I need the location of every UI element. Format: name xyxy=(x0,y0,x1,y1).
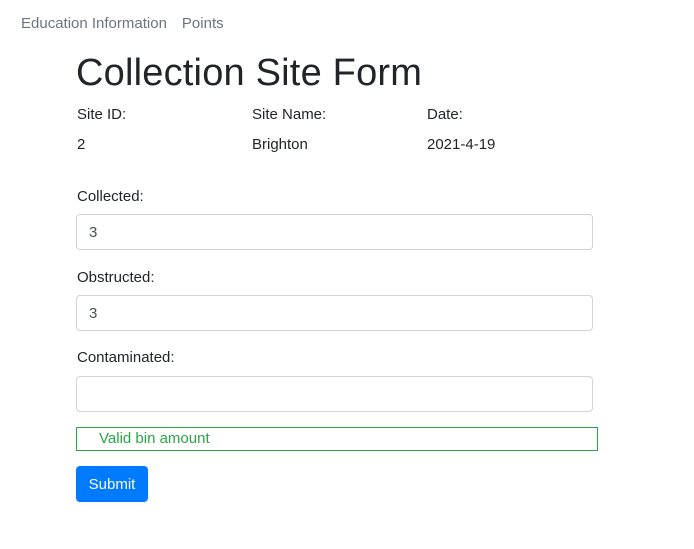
site-id-value: 2 xyxy=(77,136,86,153)
site-name-value: Brighton xyxy=(252,136,308,153)
contaminated-label: Contaminated: xyxy=(77,349,175,366)
submit-button[interactable]: Submit xyxy=(76,466,148,502)
validation-message: Valid bin amount xyxy=(76,427,598,451)
date-label: Date: xyxy=(427,106,463,123)
site-id-label: Site ID: xyxy=(77,106,127,123)
date-value: 2021-4-19 xyxy=(427,136,496,153)
collected-input[interactable] xyxy=(76,214,593,250)
contaminated-input[interactable] xyxy=(76,376,593,412)
nav-link-points[interactable]: Points xyxy=(182,15,224,32)
obstructed-label: Obstructed: xyxy=(77,269,155,286)
top-nav: Education Information Points xyxy=(21,15,224,32)
site-name-label: Site Name: xyxy=(252,106,327,123)
obstructed-input[interactable] xyxy=(76,295,593,331)
page-title: Collection Site Form xyxy=(76,52,423,94)
nav-link-education-information[interactable]: Education Information xyxy=(21,15,167,32)
collected-label: Collected: xyxy=(77,188,144,205)
